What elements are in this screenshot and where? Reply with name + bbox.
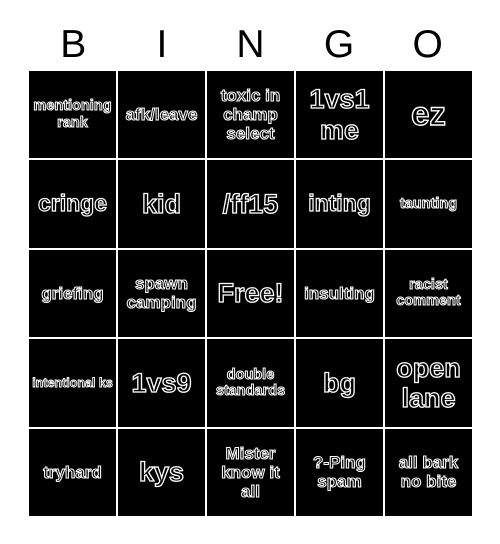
bingo-cell[interactable]: Free! bbox=[207, 249, 294, 338]
bingo-cell-label: double standards bbox=[215, 366, 286, 399]
bingo-cell[interactable]: all bark no bite bbox=[385, 428, 472, 516]
bingo-cell[interactable]: racist comment bbox=[385, 249, 472, 338]
bingo-cell[interactable]: toxic in champ select bbox=[207, 71, 294, 159]
bingo-cell-label: ez bbox=[410, 95, 446, 133]
bingo-cell[interactable]: griefing bbox=[29, 249, 116, 338]
bingo-cell[interactable]: tryhard bbox=[29, 428, 116, 516]
bingo-cell-label: toxic in champ select bbox=[220, 86, 281, 144]
header-letter-n: N bbox=[236, 22, 265, 66]
bingo-cell[interactable]: double standards bbox=[207, 339, 294, 427]
bingo-cell[interactable]: taunting bbox=[385, 160, 472, 248]
bingo-cell-label: open lane bbox=[396, 352, 462, 414]
bingo-cell-label: inting bbox=[308, 190, 372, 217]
bingo-cell-label: griefing bbox=[41, 283, 104, 303]
bingo-cell-label: kys bbox=[138, 457, 185, 488]
bingo-cell[interactable]: mentioning rank bbox=[29, 71, 116, 159]
bingo-grid: mentioning rank afk/leave toxic in champ s… bbox=[29, 71, 472, 516]
header-letter-b: B bbox=[60, 22, 87, 66]
bingo-cell[interactable]: spawn camping bbox=[118, 249, 205, 338]
bingo-cell[interactable]: open lane bbox=[385, 339, 472, 427]
bingo-cell-label: intentional ks bbox=[32, 375, 113, 390]
bingo-cell-label: all bark no bite bbox=[398, 453, 459, 492]
bingo-cell[interactable]: intentional ks bbox=[29, 339, 116, 427]
bingo-cell[interactable]: bg bbox=[296, 339, 383, 427]
bingo-cell-label: afk/leave bbox=[125, 105, 198, 125]
header-letter-o: O bbox=[412, 22, 443, 66]
bingo-cell[interactable]: afk/leave bbox=[118, 71, 205, 159]
bingo-cell[interactable]: kid bbox=[118, 160, 205, 248]
bingo-card: B I N G O mentioning rank afk/leave toxic … bbox=[0, 0, 500, 544]
bingo-cell-label: 1vs9 bbox=[131, 367, 192, 398]
bingo-cell[interactable]: 1vs9 bbox=[118, 339, 205, 427]
bingo-cell-label: 1vs1 me bbox=[309, 84, 370, 146]
bingo-cell-label: ?-Ping spam bbox=[313, 453, 367, 492]
bingo-cell[interactable]: inting bbox=[296, 160, 383, 248]
bingo-cell[interactable]: Mister know it all bbox=[207, 428, 294, 516]
bingo-header-row: B I N G O bbox=[29, 17, 472, 71]
bingo-cell-label: mentioning rank bbox=[33, 98, 112, 131]
bingo-cell-label: taunting bbox=[399, 195, 458, 212]
bingo-cell[interactable]: 1vs1 me bbox=[296, 71, 383, 159]
bingo-cell[interactable]: cringe bbox=[29, 160, 116, 248]
bingo-cell-label: Free! bbox=[217, 278, 284, 309]
bingo-cell-label: racist comment bbox=[396, 277, 461, 310]
bingo-cell[interactable]: ez bbox=[385, 71, 472, 159]
bingo-cell-label: cringe bbox=[37, 190, 108, 217]
bingo-cell[interactable]: kys bbox=[118, 428, 205, 516]
bingo-cell-label: bg bbox=[322, 367, 356, 398]
bingo-cell[interactable]: /ff15 bbox=[207, 160, 294, 248]
bingo-cell-label: kid bbox=[141, 188, 181, 219]
bingo-cell-label: /ff15 bbox=[222, 188, 279, 219]
bingo-cell-label: Mister know it all bbox=[221, 443, 281, 501]
header-letter-i: I bbox=[156, 22, 168, 66]
bingo-cell-label: spawn camping bbox=[126, 274, 197, 313]
bingo-cell-label: insulting bbox=[304, 283, 376, 303]
bingo-cell[interactable]: insulting bbox=[296, 249, 383, 338]
header-letter-g: G bbox=[323, 22, 355, 66]
bingo-cell[interactable]: ?-Ping spam bbox=[296, 428, 383, 516]
bingo-cell-label: tryhard bbox=[43, 462, 103, 482]
